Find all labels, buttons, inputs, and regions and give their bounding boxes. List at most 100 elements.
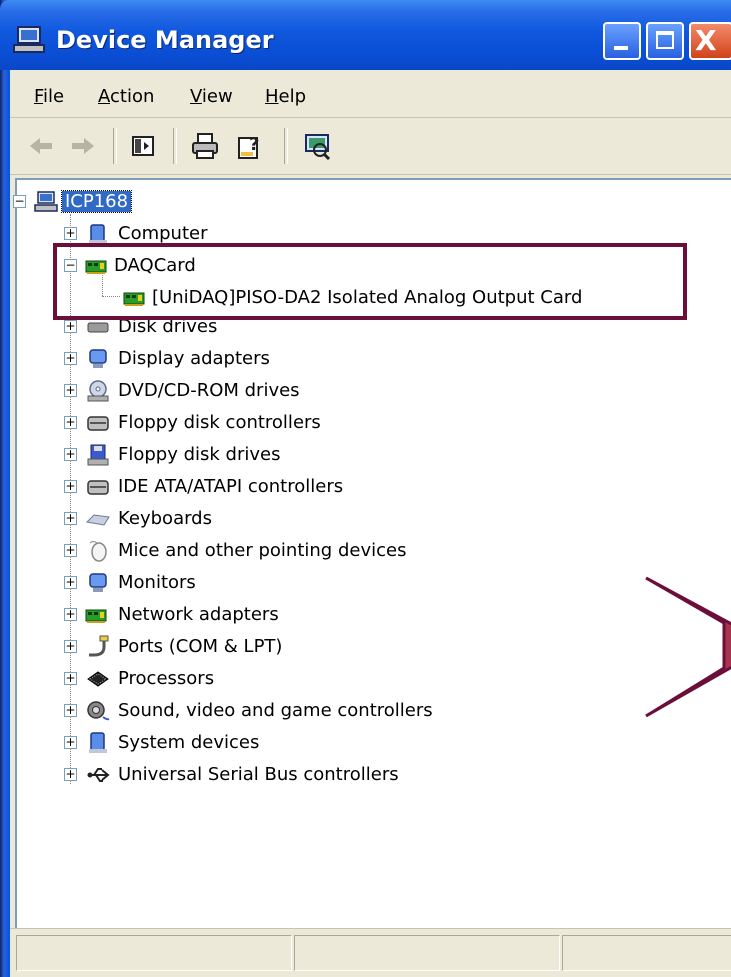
tree-item-label: IDE ATA/ATAPI controllers <box>118 476 344 497</box>
toolbar-separator <box>173 128 177 164</box>
expand-icon[interactable]: + <box>64 448 77 461</box>
close-icon: X <box>695 24 717 57</box>
toolbar-separator <box>284 128 288 164</box>
collapse-icon[interactable]: − <box>13 195 26 208</box>
toolbar: ? <box>10 118 731 175</box>
expand-icon[interactable]: + <box>64 512 77 525</box>
menu-view-accel: V <box>190 86 202 107</box>
title-bar[interactable]: Device Manager X <box>0 0 731 70</box>
tree-item-ide-controllers[interactable]: + IDE ATA/ATAPI controllers <box>17 472 731 502</box>
expand-icon[interactable]: + <box>64 416 77 429</box>
usb-icon <box>87 768 110 782</box>
minimize-button[interactable] <box>603 22 641 60</box>
menu-help-accel: H <box>265 86 279 107</box>
expand-icon[interactable]: + <box>64 704 77 717</box>
tree-item-label: Ports (COM & LPT) <box>118 636 283 657</box>
tree-item-label: Universal Serial Bus controllers <box>118 764 399 785</box>
monitor-icon <box>89 573 107 592</box>
window-title: Device Manager <box>56 26 274 54</box>
tree-item-display-adapters[interactable]: + Display adapters <box>17 344 731 374</box>
port-icon <box>89 635 109 657</box>
window-border <box>0 0 10 977</box>
tree-root-label: ICP168 <box>60 190 133 213</box>
daqcard-highlight-box <box>53 243 687 320</box>
tree-item-system-devices[interactable]: + System devices <box>17 728 731 758</box>
toolbar-separator <box>113 128 117 164</box>
floppy-drive-icon <box>87 444 109 466</box>
tree-item-label: Processors <box>118 668 215 689</box>
status-pane <box>16 935 292 971</box>
print-icon[interactable] <box>190 132 220 160</box>
status-pane <box>562 935 731 971</box>
expand-icon[interactable]: + <box>64 608 77 621</box>
tree-item-label: Network adapters <box>118 604 279 625</box>
svg-text:?: ? <box>249 134 259 155</box>
tree-item-dvd-drives[interactable]: + DVD/CD-ROM drives <box>17 376 731 406</box>
expand-icon[interactable]: + <box>64 672 77 685</box>
menu-file-label: ile <box>43 86 65 107</box>
ide-controller-icon <box>87 480 109 495</box>
back-icon[interactable] <box>26 132 56 160</box>
floppy-controller-icon <box>87 416 109 431</box>
expand-icon[interactable]: + <box>64 384 77 397</box>
show-hide-tree-icon[interactable] <box>128 132 158 160</box>
tree-item-network-adapters[interactable]: + Network adapters <box>17 600 731 630</box>
tree-item-processors[interactable]: + Processors <box>17 664 731 694</box>
menu-help[interactable]: Help <box>265 86 306 107</box>
tree-item-label: Keyboards <box>118 508 212 529</box>
tree-item-monitors[interactable]: + Monitors <box>17 568 731 598</box>
menu-action[interactable]: Action <box>98 86 154 107</box>
menu-action-label: ction <box>110 86 155 107</box>
close-button[interactable]: X <box>689 22 731 60</box>
tree-item-sound[interactable]: + Sound, video and game controllers <box>17 696 731 726</box>
forward-icon[interactable] <box>68 132 98 160</box>
maximize-button[interactable] <box>646 22 684 60</box>
menu-help-label: elp <box>278 86 307 107</box>
menu-file[interactable]: File <box>34 86 64 107</box>
processor-icon <box>87 671 109 687</box>
expand-icon[interactable]: + <box>64 480 77 493</box>
tree-item-label: Display adapters <box>118 348 270 369</box>
network-adapter-icon <box>85 609 107 623</box>
expand-icon[interactable]: + <box>64 768 77 781</box>
mouse-icon <box>89 541 107 562</box>
tree-item-label: Floppy disk controllers <box>118 412 321 433</box>
tree-item-mice[interactable]: + Mice and other pointing devices <box>17 536 731 566</box>
tree-item-ports[interactable]: + Ports (COM & LPT) <box>17 632 731 662</box>
tree-item-label: Computer <box>118 223 208 244</box>
tree-item-label: Monitors <box>118 572 196 593</box>
tree-item-floppy-drives[interactable]: + Floppy disk drives <box>17 440 731 470</box>
device-manager-icon <box>13 26 45 53</box>
device-manager-window: Device Manager X File Action View Help ?… <box>0 0 731 977</box>
status-bar <box>10 928 731 977</box>
callout-arrow-icon <box>645 576 731 718</box>
menu-action-accel: A <box>98 86 110 107</box>
tree-item-floppy-controllers[interactable]: + Floppy disk controllers <box>17 408 731 438</box>
maximize-icon <box>656 31 674 49</box>
help-icon[interactable]: ? <box>236 132 266 160</box>
tree-item-label: Sound, video and game controllers <box>118 700 433 721</box>
expand-icon[interactable]: + <box>64 320 77 333</box>
system-device-icon <box>89 732 107 753</box>
menu-file-accel: F <box>34 86 44 107</box>
menu-view-label: iew <box>201 86 233 107</box>
expand-icon[interactable]: + <box>64 736 77 749</box>
scan-hardware-icon[interactable] <box>302 132 332 160</box>
display-adapter-icon <box>89 349 107 368</box>
expand-icon[interactable]: + <box>64 640 77 653</box>
menu-view[interactable]: View <box>190 86 233 107</box>
dvd-drive-icon <box>87 380 109 402</box>
sound-icon <box>87 701 110 721</box>
tree-item-label: DVD/CD-ROM drives <box>118 380 300 401</box>
tree-item-label: Floppy disk drives <box>118 444 281 465</box>
keyboard-icon <box>86 514 110 526</box>
menu-bar: File Action View Help <box>10 70 731 118</box>
expand-icon[interactable]: + <box>64 544 77 557</box>
expand-icon[interactable]: + <box>64 352 77 365</box>
tree-root[interactable]: − ICP168 <box>13 187 731 217</box>
tree-item-usb[interactable]: + Universal Serial Bus controllers <box>17 760 731 790</box>
status-pane <box>294 935 560 971</box>
tree-item-keyboards[interactable]: + Keyboards <box>17 504 731 534</box>
expand-icon[interactable]: + <box>64 227 77 240</box>
expand-icon[interactable]: + <box>64 576 77 589</box>
